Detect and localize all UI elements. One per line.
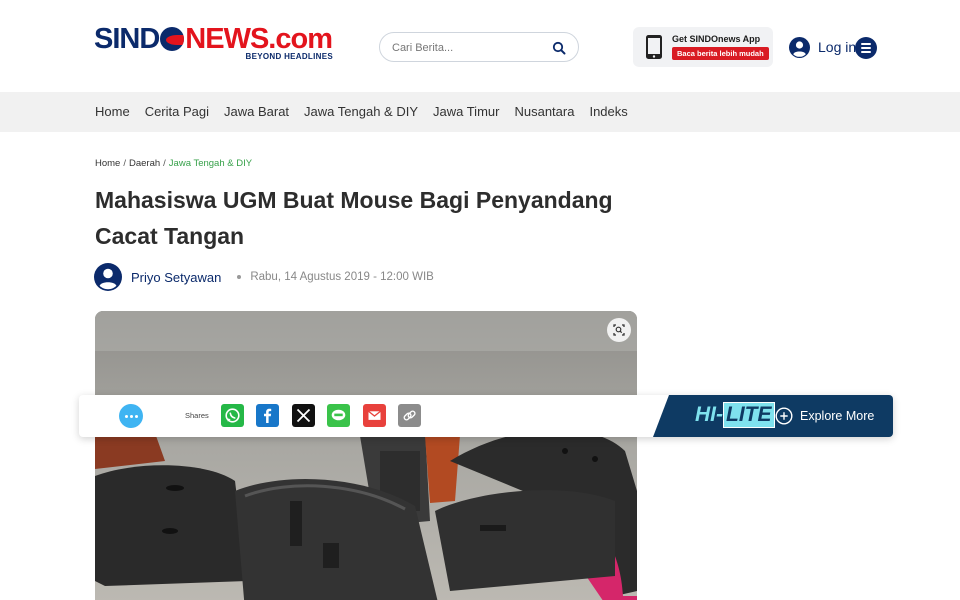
- login-button[interactable]: Log in: [789, 36, 856, 58]
- app-download-banner[interactable]: Get SINDOnews App Baca berita lebih muda…: [633, 27, 773, 67]
- nav-item-indeks[interactable]: Indeks: [589, 104, 627, 119]
- hamburger-menu-icon[interactable]: [855, 37, 877, 59]
- line-icon[interactable]: [327, 404, 350, 427]
- site-logo[interactable]: SIND NEWS.com BEYOND HEADLINES: [94, 24, 339, 68]
- sticky-share-bar: Shares HI- LITE Explore More: [79, 395, 893, 437]
- hero-photo-illustration: [95, 311, 637, 600]
- logo-wordmark: SIND NEWS.com: [94, 24, 339, 54]
- app-promo-title: Get SINDOnews App: [672, 34, 761, 44]
- x-icon[interactable]: [292, 404, 315, 427]
- zoom-scan-icon[interactable]: [607, 318, 631, 342]
- logo-text-mid: NEWS: [185, 23, 269, 55]
- main-nav: Home Cerita Pagi Jawa Barat Jawa Tengah …: [0, 92, 960, 132]
- nav-item-home[interactable]: Home: [95, 104, 130, 119]
- nav-item-jawa-barat[interactable]: Jawa Barat: [224, 104, 289, 119]
- shares-label: Shares: [185, 411, 209, 420]
- whatsapp-icon[interactable]: [221, 404, 244, 427]
- nav-item-cerita-pagi[interactable]: Cerita Pagi: [145, 104, 209, 119]
- nav-item-jawa-timur[interactable]: Jawa Timur: [433, 104, 499, 119]
- breadcrumb: Home / Daerah / Jawa Tengah & DIY: [95, 158, 253, 169]
- explore-more-button[interactable]: Explore More: [775, 406, 874, 426]
- site-header: SIND NEWS.com BEYOND HEADLINES Get SINDOn…: [0, 0, 960, 92]
- logo-o-mark: [160, 27, 185, 51]
- hilite-logo-left: HI-: [695, 403, 723, 426]
- author-name[interactable]: Priyo Setyawan: [131, 270, 221, 285]
- email-icon[interactable]: [363, 404, 386, 427]
- logo-tagline: BEYOND HEADLINES: [245, 52, 333, 61]
- hilite-logo: HI- LITE: [695, 402, 775, 428]
- page: SIND NEWS.com BEYOND HEADLINES Get SINDOn…: [0, 0, 960, 600]
- nav-item-nusantara[interactable]: Nusantara: [514, 104, 574, 119]
- byline-separator: [237, 275, 242, 279]
- logo-text-right: .com: [268, 23, 333, 55]
- breadcrumb-current[interactable]: Jawa Tengah & DIY: [169, 158, 252, 169]
- publish-date: Rabu, 14 Agustus 2019 - 12:00 WIB: [250, 271, 434, 283]
- breadcrumb-daerah[interactable]: Daerah: [129, 158, 160, 169]
- link-icon[interactable]: [398, 404, 421, 427]
- nav-item-jawa-tengah-diy[interactable]: Jawa Tengah & DIY: [304, 104, 418, 119]
- explore-more-label: Explore More: [800, 409, 875, 423]
- plus-circle-icon: [775, 407, 793, 425]
- hilite-banner[interactable]: HI- LITE Explore More: [653, 395, 893, 437]
- login-label: Log in: [818, 39, 857, 55]
- logo-text-left: SIND: [94, 23, 160, 55]
- hilite-logo-right: LITE: [723, 402, 775, 428]
- app-promo-badge: Baca berita lebih mudah: [672, 47, 769, 60]
- smartphone-icon: [646, 35, 662, 59]
- user-circle-icon: [789, 36, 810, 58]
- search-icon[interactable]: [552, 41, 566, 55]
- author-avatar-icon: [94, 263, 122, 291]
- search-box: [379, 32, 579, 62]
- comment-bubble-icon[interactable]: [119, 404, 143, 428]
- facebook-icon[interactable]: [256, 404, 279, 427]
- breadcrumb-home[interactable]: Home: [95, 158, 120, 169]
- article-hero-image: [95, 311, 637, 600]
- article-byline: Priyo Setyawan Rabu, 14 Agustus 2019 - 1…: [94, 263, 434, 291]
- search-input[interactable]: [392, 39, 552, 57]
- article-title: Mahasiswa UGM Buat Mouse Bagi Penyandang…: [95, 187, 613, 249]
